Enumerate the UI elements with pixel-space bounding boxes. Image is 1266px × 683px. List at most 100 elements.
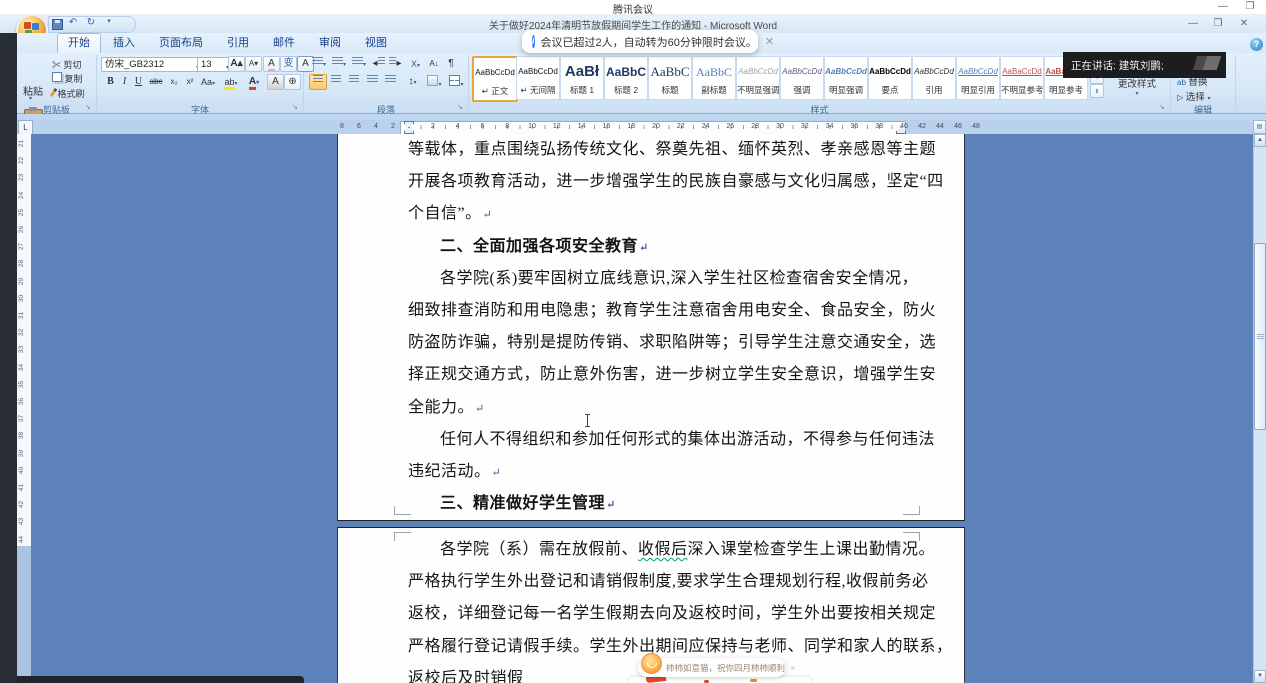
meeting-minimize-button[interactable]: — [1216,1,1230,13]
tab-审阅[interactable]: 审阅 [309,33,351,53]
scroll-down-icon[interactable]: ▼ [1254,670,1266,683]
ruler-number: 4 [456,123,460,130]
ruler-number: 38 [18,432,25,439]
ruler-toggle-button[interactable]: ▤ [1253,120,1266,134]
select-button[interactable]: ▷ 选择 ▾ [1177,89,1229,103]
style-无间隔[interactable]: AaBbCcDd↵ 无间隔 [516,56,560,100]
align-right-button[interactable] [345,74,363,90]
style-副标题[interactable]: AaBbC副标题 [692,56,736,100]
paste-button[interactable]: 粘贴 [17,83,49,98]
styles-dialog-launcher-icon[interactable]: ↘ [1159,104,1167,112]
style-要点[interactable]: AaBbCcDd要点 [868,56,912,100]
vertical-scrollbar[interactable]: ▲ ▼ [1253,134,1266,683]
document-line: 防盗防诈骗，特别是提防传销、求职陷阱等；引导学生注意交通安全，选 [408,327,948,359]
styles-more-icon[interactable]: ⇟ [1090,84,1104,98]
ruler-number: 44 [936,123,944,130]
strikethrough-button[interactable]: abc [146,74,166,90]
style-preview: AaBbCcDd [869,62,911,82]
undo-icon[interactable]: ↶ [66,17,80,28]
align-left-button[interactable] [309,74,327,90]
style-强调[interactable]: AaBbCcDd强调 [780,56,824,100]
justify-button[interactable] [363,74,381,90]
style-正文[interactable]: AaBbCcDd↵ 正文 [472,56,518,102]
paragraph-mark-icon: ↵ [475,403,485,415]
align-center-button[interactable] [327,74,345,90]
style-标题[interactable]: AaBbC标题 [648,56,692,100]
word-minimize-button[interactable]: — [1184,18,1202,29]
font-color-button[interactable]: A▾ [243,74,265,90]
ruler-number: 6 [357,123,361,130]
ruler-number: 26 [726,123,734,130]
style-明显引用[interactable]: AaBbCcDd明显引用 [956,56,1000,100]
redo-icon[interactable]: ↻ [84,17,98,28]
qat-customize-icon[interactable]: ▾ [102,17,116,25]
scroll-up-icon[interactable]: ▲ [1254,134,1266,147]
shrink-font-button[interactable]: A▾ [245,56,262,72]
save-icon[interactable] [52,19,63,30]
style-标题1[interactable]: AaBł标题 1 [560,56,604,100]
subscript-button[interactable]: x₂ [166,74,182,90]
style-不明显强调[interactable]: AaBbCcDd不明显强调 [736,56,780,100]
character-shading-button[interactable]: A [267,74,284,90]
asian-layout-button[interactable]: X▾ [406,56,425,72]
word-close-button[interactable]: ✕ [1235,18,1253,29]
document-page-1[interactable]: 等载体，重点围绕弘扬传统文化、祭奠先祖、缅怀英烈、孝亲感恩等主题开展各项教育活动… [337,134,965,521]
toast-close-icon[interactable]: × [790,663,795,673]
line-spacing-button[interactable]: ↕▾ [402,74,423,90]
format-painter-button[interactable]: 格式刷 [51,86,101,102]
style-明显强调[interactable]: AaBbCcDd明显强调 [824,56,868,100]
tab-引用[interactable]: 引用 [217,33,259,53]
enclose-characters-button[interactable]: ⊕ [284,74,301,90]
sort-button[interactable]: A↓ [425,56,443,72]
tab-开始[interactable]: 开始 [57,33,101,54]
underline-button[interactable]: U [131,74,146,90]
tab-插入[interactable]: 插入 [103,33,145,53]
font-name-combo[interactable]: 仿宋_GB2312▾ [101,57,201,72]
bullets-button[interactable]: ▾ [309,56,329,72]
help-button[interactable]: ? [1250,38,1263,51]
meeting-maximize-button[interactable]: ❐ [1243,1,1257,13]
document-line: 二、全面加强各项安全教育↵ [408,231,948,263]
italic-button[interactable]: I [118,74,131,90]
increase-indent-button[interactable]: ▸ [387,56,404,72]
clipboard-dialog-launcher-icon[interactable]: ↘ [85,104,93,112]
font-size-combo[interactable]: 13▾ [197,57,231,72]
superscript-button[interactable]: x² [182,74,198,90]
scrollbar-thumb[interactable] [1254,243,1266,430]
paragraph-mark-icon: ↵ [639,242,649,254]
bold-button[interactable]: B [103,74,118,90]
copy-button[interactable]: 复制 [51,71,97,87]
numbering-button[interactable]: ▾ [329,56,349,72]
tab-邮件[interactable]: 邮件 [263,33,305,53]
select-cursor-icon: ▷ [1177,93,1183,102]
decrease-indent-button[interactable]: ◂ [370,56,387,72]
ruler-number: 25 [18,209,25,216]
grow-font-button[interactable]: A▴ [228,56,245,72]
style-name: 强调 [781,84,823,96]
clear-formatting-button[interactable]: A [263,56,280,72]
highlight-color-button[interactable]: ab▾ [220,74,242,90]
distribute-button[interactable] [381,74,399,90]
tab-stop-selector[interactable]: L [18,120,33,135]
document-line: 个自信”。↵ [408,198,948,230]
word-maximize-button[interactable]: ❐ [1209,18,1227,29]
change-case-button[interactable]: Aa▾ [198,74,218,90]
ruler-number: 6 [480,123,484,130]
multilevel-list-button[interactable]: ▾ [349,56,369,72]
style-name: 标题 [649,84,691,96]
font-dialog-launcher-icon[interactable]: ↘ [292,104,300,112]
borders-button[interactable]: ▾ [446,74,467,90]
horizontal-ruler[interactable]: 8642246810121416182022242628303234363840… [17,120,1253,134]
phonetic-guide-button[interactable]: 变 [280,56,297,72]
tab-页面布局[interactable]: 页面布局 [149,33,213,53]
ruler-number: 48 [972,123,980,130]
shading-button[interactable]: ▾ [424,74,445,90]
show-marks-button[interactable]: ¶ [443,56,459,72]
style-不明显参考[interactable]: AaBaCcDd不明显参考 [1000,56,1044,100]
style-标题2[interactable]: AaBbC标题 2 [604,56,648,100]
meeting-logo-icon [1203,56,1222,70]
tab-视图[interactable]: 视图 [355,33,397,53]
paragraph-dialog-launcher-icon[interactable]: ↘ [457,104,465,112]
banner-close-icon[interactable]: ✕ [765,35,774,48]
style-引用[interactable]: AaBbCcDd引用 [912,56,956,100]
